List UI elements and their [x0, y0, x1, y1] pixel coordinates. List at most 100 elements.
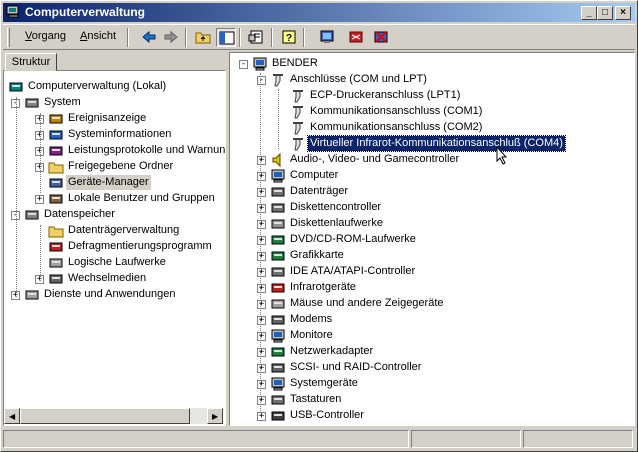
expand-toggle-icon[interactable]: +: [35, 195, 44, 204]
device-com4[interactable]: Virtueller Infrarot-Kommunikationsanschl…: [230, 135, 634, 152]
device-grafikkarte[interactable]: + Grafikkarte: [230, 248, 634, 264]
tree-item-wechselmedien[interactable]: + Wechselmedien: [4, 271, 225, 287]
device-scsi-raid[interactable]: + SCSI- und RAID-Controller: [230, 360, 634, 376]
tree-item-label: ECP-Druckeranschluss (LPT1): [310, 89, 461, 101]
collapse-toggle-icon[interactable]: -: [239, 60, 248, 69]
action-menu[interactable]: Vorgang: [25, 30, 66, 42]
expand-toggle-icon[interactable]: +: [257, 188, 266, 197]
device-datentraeger[interactable]: + Datenträger: [230, 184, 634, 200]
device-systemgeraete[interactable]: + Systemgeräte: [230, 376, 634, 392]
monitor-icon: [271, 329, 285, 343]
device-audio[interactable]: + Audio-, Video- und Gamecontroller: [230, 152, 634, 168]
expand-toggle-icon[interactable]: +: [257, 284, 266, 293]
expand-toggle-icon[interactable]: +: [257, 204, 266, 213]
tree-item-ereignisanzeige[interactable]: + Ereignisanzeige: [4, 111, 225, 127]
tree-item-label: USB-Controller: [290, 409, 364, 421]
computer-management-icon: [6, 5, 19, 18]
scan-hardware-button[interactable]: [317, 28, 337, 47]
title-bar[interactable]: Computerverwaltung _ □ ×: [3, 3, 635, 22]
tree-connector-line: [40, 225, 41, 281]
ide-controller-icon: [270, 264, 286, 280]
expand-toggle-icon[interactable]: +: [257, 220, 266, 229]
device-ide-ata[interactable]: + IDE ATA/ATAPI-Controller: [230, 264, 634, 280]
computer-icon: [270, 168, 286, 184]
device-com1[interactable]: Kommunikationsanschluss (COM1): [230, 104, 634, 120]
device-modems[interactable]: + Modems: [230, 312, 634, 328]
toolbar-grip[interactable]: [7, 28, 10, 47]
scroll-thumb[interactable]: [20, 408, 190, 424]
view-menu[interactable]: Ansicht: [80, 30, 116, 42]
close-icon: ×: [620, 7, 626, 18]
arrow-left-icon: ◀: [9, 412, 16, 421]
device-diskettenlaufwerke[interactable]: + Diskettenlaufwerke: [230, 216, 634, 232]
tree-item-label: Grafikkarte: [290, 249, 344, 261]
expand-toggle-icon[interactable]: +: [257, 364, 266, 373]
tree-item-dienste-anwendungen[interactable]: + Dienste und Anwendungen: [4, 287, 225, 303]
tree-item-systeminformationen[interactable]: + Systeminformationen: [4, 127, 225, 143]
show-hide-tree-button[interactable]: [216, 28, 236, 47]
close-button[interactable]: ×: [615, 6, 631, 20]
forward-button[interactable]: [161, 28, 181, 47]
port-icon: [290, 120, 306, 136]
floppy-controller-icon: [271, 203, 285, 213]
help-button[interactable]: ?: [279, 28, 299, 47]
device-monitore[interactable]: + Monitore: [230, 328, 634, 344]
tree-item-lokale-benutzer[interactable]: + Lokale Benutzer und Gruppen: [4, 191, 225, 207]
expand-toggle-icon[interactable]: +: [257, 380, 266, 389]
expand-toggle-icon[interactable]: +: [257, 172, 266, 181]
device-maeuse[interactable]: + Mäuse und andere Zeigegeräte: [230, 296, 634, 312]
maximize-button[interactable]: □: [597, 6, 613, 20]
expand-toggle-icon[interactable]: +: [257, 252, 266, 261]
tree-item-logische-laufwerke[interactable]: Logische Laufwerke: [4, 255, 225, 271]
scroll-right-button[interactable]: ▶: [207, 408, 223, 424]
disk-management-icon: [48, 226, 64, 238]
device-computer[interactable]: + Computer: [230, 168, 634, 184]
tree-item-system[interactable]: - System: [4, 95, 225, 111]
up-button[interactable]: [193, 28, 213, 47]
expand-toggle-icon[interactable]: +: [257, 348, 266, 357]
device-diskettencontroller[interactable]: + Diskettencontroller: [230, 200, 634, 216]
tree-item-label: Computerverwaltung (Lokal): [28, 80, 167, 92]
tree-item-defragmentierung[interactable]: Defragmentierungsprogramm: [4, 239, 225, 255]
tree-item-datenspeicher[interactable]: - Datenspeicher: [4, 207, 225, 223]
tree-item-leistungsprotokolle[interactable]: +Leistungsprotokolle und Warnungen: [4, 143, 225, 159]
device-com2[interactable]: Kommunikationsanschluss (COM2): [230, 120, 634, 136]
left-pane: Struktur Computerverwaltung (Lokal) - Syst…: [3, 52, 226, 426]
tree-item-geraete-manager[interactable]: Geräte-Manager: [4, 175, 225, 191]
tab-struktur[interactable]: Struktur: [5, 53, 57, 71]
tree-item-datentraegerverwaltung[interactable]: Datenträgerverwaltung: [4, 223, 225, 239]
device-bender[interactable]: - BENDER: [230, 56, 634, 72]
expand-toggle-icon[interactable]: +: [257, 236, 266, 245]
expand-toggle-icon[interactable]: +: [257, 396, 266, 405]
device-dvd-cdrom[interactable]: + DVD/CD-ROM-Laufwerke: [230, 232, 634, 248]
cdrom-icon: [270, 232, 286, 248]
horizontal-scrollbar[interactable]: ◀ ▶: [4, 408, 223, 424]
tree-item-label: Diskettenlaufwerke: [290, 217, 383, 229]
expand-toggle-icon[interactable]: +: [257, 412, 266, 421]
toolbar-separator: [271, 28, 273, 47]
toolbar: Vorgang Ansicht ?: [3, 24, 635, 50]
expand-toggle-icon[interactable]: +: [257, 268, 266, 277]
device-infrarot[interactable]: + Infrarotgeräte: [230, 280, 634, 296]
tree-item-label: Tastaturen: [290, 393, 342, 405]
tree-item-computerverwaltung[interactable]: Computerverwaltung (Lokal): [4, 79, 225, 95]
device-usb-controller[interactable]: + USB-Controller: [230, 408, 634, 424]
device-anschluesse[interactable]: - Anschlüsse (COM und LPT): [230, 72, 634, 88]
expand-toggle-icon[interactable]: +: [257, 332, 266, 341]
mouse-icon: [270, 296, 286, 312]
expand-toggle-icon[interactable]: +: [257, 156, 266, 165]
tree-item-freigegebene-ordner[interactable]: + Freigegebene Ordner: [4, 159, 225, 175]
properties-icon: [248, 30, 263, 44]
device-netzwerkadapter[interactable]: + Netzwerkadapter: [230, 344, 634, 360]
back-button[interactable]: [139, 28, 159, 47]
device-lpt1[interactable]: ECP-Druckeranschluss (LPT1): [230, 88, 634, 104]
expand-toggle-icon[interactable]: +: [257, 316, 266, 325]
uninstall-button[interactable]: [371, 28, 391, 47]
collapse-toggle-icon[interactable]: -: [257, 76, 266, 85]
device-tastaturen[interactable]: + Tastaturen: [230, 392, 634, 408]
scroll-left-button[interactable]: ◀: [4, 408, 20, 424]
expand-toggle-icon[interactable]: +: [257, 300, 266, 309]
update-driver-button[interactable]: [346, 28, 366, 47]
minimize-button[interactable]: _: [581, 6, 597, 20]
properties-button[interactable]: [246, 28, 266, 47]
